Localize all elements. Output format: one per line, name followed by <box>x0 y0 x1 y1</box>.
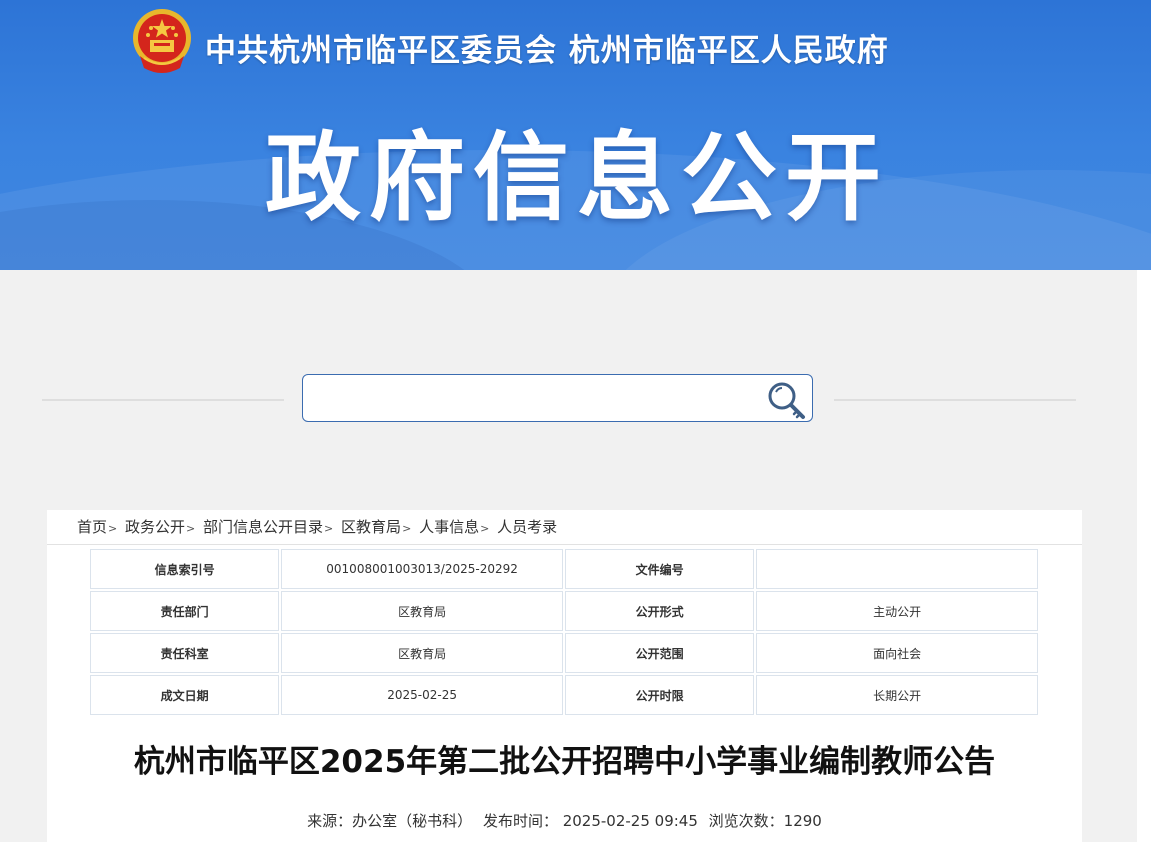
meta-key: 成文日期 <box>90 675 280 715</box>
article-title: 杭州市临平区2025年第二批公开招聘中小学事业编制教师公告 <box>133 744 996 780</box>
info-meta-table: 信息索引号 001008001003013/2025-20292 文件编号 责任… <box>88 547 1040 717</box>
content-panel: 首页> 政务公开> 部门信息公开目录> 区教育局> 人事信息> 人员考录 信息索… <box>47 510 1082 842</box>
breadcrumb: 首页> 政务公开> 部门信息公开目录> 区教育局> 人事信息> 人员考录 <box>77 516 557 540</box>
meta-value: 2025-02-25 <box>281 675 563 715</box>
header-banner: 中共杭州市临平区委员会 杭州市临平区人民政府 政府信息公开 <box>0 0 1151 270</box>
meta-value: 001008001003013/2025-20292 <box>281 549 563 589</box>
meta-value: 面向社会 <box>756 633 1038 673</box>
breadcrumb-separator: > <box>108 522 118 535</box>
breadcrumb-item[interactable]: 部门信息公开目录 <box>203 518 323 536</box>
table-row: 责任科室 区教育局 公开范围 面向社会 <box>90 633 1038 673</box>
search-input[interactable] <box>315 383 759 415</box>
meta-key: 文件编号 <box>564 549 755 589</box>
table-row: 责任部门 区教育局 公开形式 主动公开 <box>90 591 1038 631</box>
meta-key: 信息索引号 <box>90 549 280 589</box>
page-edge <box>1137 270 1151 842</box>
meta-value: 区教育局 <box>281 591 563 631</box>
divider <box>834 399 1076 401</box>
table-row: 信息索引号 001008001003013/2025-20292 文件编号 <box>90 549 1038 589</box>
meta-key: 公开范围 <box>564 633 755 673</box>
breadcrumb-item[interactable]: 区教育局 <box>341 518 401 536</box>
breadcrumb-item[interactable]: 政务公开 <box>125 518 185 536</box>
meta-value: 主动公开 <box>756 591 1038 631</box>
site-title: 政府信息公开 <box>265 122 889 234</box>
article-publish-time: 发布时间： 2025-02-25 09:45 <box>482 812 698 830</box>
article-meta: 来源：办公室（秘书科） 发布时间： 2025-02-25 09:45 浏览次数：… <box>47 810 1082 831</box>
search-icon[interactable] <box>766 380 806 420</box>
article-views: 浏览次数：1290 <box>708 812 822 830</box>
meta-key: 公开时限 <box>564 675 755 715</box>
table-row: 成文日期 2025-02-25 公开时限 长期公开 <box>90 675 1038 715</box>
meta-key: 责任部门 <box>90 591 280 631</box>
breadcrumb-item[interactable]: 人员考录 <box>497 518 557 536</box>
meta-value: 长期公开 <box>756 675 1038 715</box>
meta-value <box>756 549 1038 589</box>
breadcrumb-separator: > <box>480 522 490 535</box>
divider <box>47 544 1082 545</box>
meta-value: 区教育局 <box>281 633 563 673</box>
national-emblem-icon[interactable] <box>130 8 194 74</box>
breadcrumb-separator: > <box>324 522 334 535</box>
divider <box>42 399 284 401</box>
breadcrumb-home[interactable]: 首页 <box>77 518 107 536</box>
breadcrumb-item[interactable]: 人事信息 <box>419 518 479 536</box>
org-title: 中共杭州市临平区委员会 杭州市临平区人民政府 <box>205 33 889 69</box>
breadcrumb-separator: > <box>186 522 196 535</box>
search-box <box>302 374 813 422</box>
article-source: 来源：办公室（秘书科） <box>307 812 473 830</box>
meta-key: 责任科室 <box>90 633 280 673</box>
meta-key: 公开形式 <box>564 591 755 631</box>
breadcrumb-separator: > <box>402 522 412 535</box>
